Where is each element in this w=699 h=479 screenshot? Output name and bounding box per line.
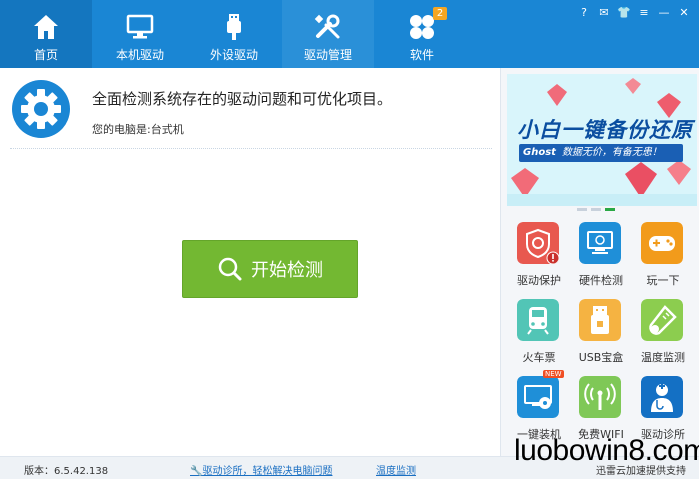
driver-clinic-link[interactable]: 🔧驱动诊所，轻松解决电脑问题 — [190, 462, 332, 477]
tab-software-label: 软件 — [409, 48, 434, 62]
app-play[interactable]: 玩一下 — [633, 220, 693, 290]
monitor-icon — [126, 14, 154, 39]
message-icon[interactable]: ✉ — [597, 6, 611, 20]
wrench-icon: 🔧 — [190, 466, 203, 477]
pager-dot[interactable] — [591, 208, 601, 211]
app-label: 硬件检测 — [579, 274, 623, 287]
right-panel: 小白一键备份还原 Ghost 数据无价，有备无患！ 驱动保护 硬件检测 玩一下 火… — [500, 68, 699, 456]
install-disc-icon — [517, 376, 559, 418]
pager-dot[interactable] — [577, 208, 587, 211]
doctor-icon — [641, 376, 683, 418]
tab-driver-manage[interactable]: 驱动管理 — [282, 0, 374, 68]
app-label: 温度监测 — [641, 351, 685, 364]
monitor-check-icon — [579, 222, 621, 264]
tab-peripheral-driver-label: 外设驱动 — [209, 48, 258, 62]
minimize-icon[interactable]: — — [657, 6, 671, 20]
app-usb-box[interactable]: USB宝盒 — [571, 297, 631, 367]
tab-home-label: 首页 — [33, 48, 58, 62]
promo-banner[interactable]: 小白一键备份还原 Ghost 数据无价，有备无患！ — [507, 74, 697, 206]
train-icon — [517, 299, 559, 341]
tab-driver-manage-label: 驱动管理 — [303, 48, 352, 62]
close-icon[interactable]: ✕ — [677, 6, 691, 20]
gamepad-icon — [641, 222, 683, 264]
app-hardware-check[interactable]: 硬件检测 — [571, 220, 631, 290]
tab-peripheral-driver[interactable]: 外设驱动 — [188, 0, 280, 68]
start-detect-label: 开始检测 — [251, 260, 323, 281]
page-headline: 全面检测系统存在的驱动问题和可优化项目。 — [92, 90, 393, 108]
version-text: 版本：6.5.42.138 — [24, 466, 109, 477]
app-label: 火车票 — [522, 351, 556, 364]
divider — [10, 148, 492, 149]
driver-clinic-link-text: 驱动诊所，轻松解决电脑问题 — [202, 466, 333, 477]
app-driver-protect[interactable]: 驱动保护 — [509, 220, 569, 290]
software-badge: 2 — [433, 7, 447, 20]
menu-icon[interactable]: ≡ — [637, 6, 651, 20]
app-train-ticket[interactable]: 火车票 — [509, 297, 569, 367]
gear-icon — [21, 89, 61, 129]
magnifier-icon — [218, 257, 242, 281]
app-label: 玩一下 — [646, 274, 680, 287]
tab-local-driver-label: 本机驱动 — [115, 48, 164, 62]
banner-pager — [577, 208, 615, 211]
thermometer-icon — [641, 299, 683, 341]
watermark-text: luobowin8.com — [514, 434, 699, 467]
ghost-slogan: 数据无价，有备无患！ — [561, 147, 662, 158]
pc-type-label: 您的电脑是:台式机 — [92, 123, 184, 136]
main-panel: 全面检测系统存在的驱动问题和可优化项目。 您的电脑是:台式机 开始检测 — [0, 68, 500, 456]
shield-gear-icon — [517, 222, 559, 264]
tab-software[interactable]: 2 软件 — [376, 0, 468, 68]
skin-icon[interactable]: 👕 — [617, 6, 631, 20]
tab-home[interactable]: 首页 — [0, 0, 92, 68]
usb-icon — [227, 14, 241, 40]
top-nav-bar: 首页 本机驱动 外设驱动 驱动管理 2 软件 ? ✉ 👕 ≡ — ✕ — [0, 0, 699, 68]
new-tag: NEW — [543, 370, 564, 378]
banner-ghost-bar: Ghost 数据无价，有备无患！ — [519, 144, 683, 162]
app-temperature[interactable]: 温度监测 — [633, 297, 693, 367]
gear-badge — [12, 80, 70, 138]
wifi-icon — [579, 376, 621, 418]
banner-title: 小白一键备份还原 — [517, 118, 693, 142]
window-controls: ? ✉ 👕 ≡ — ✕ — [577, 6, 691, 20]
temperature-link[interactable]: 温度监测 — [376, 462, 416, 477]
app-label: 驱动保护 — [517, 274, 561, 287]
app-label: USB宝盒 — [578, 351, 624, 364]
usb-box-icon — [579, 299, 621, 341]
start-detect-button[interactable]: 开始检测 — [182, 240, 358, 298]
tools-icon — [314, 14, 340, 39]
ghost-logo: Ghost — [523, 147, 556, 158]
home-icon — [34, 15, 58, 39]
pager-dot-active[interactable] — [605, 208, 615, 211]
help-icon[interactable]: ? — [577, 6, 591, 20]
tab-local-driver[interactable]: 本机驱动 — [94, 0, 186, 68]
